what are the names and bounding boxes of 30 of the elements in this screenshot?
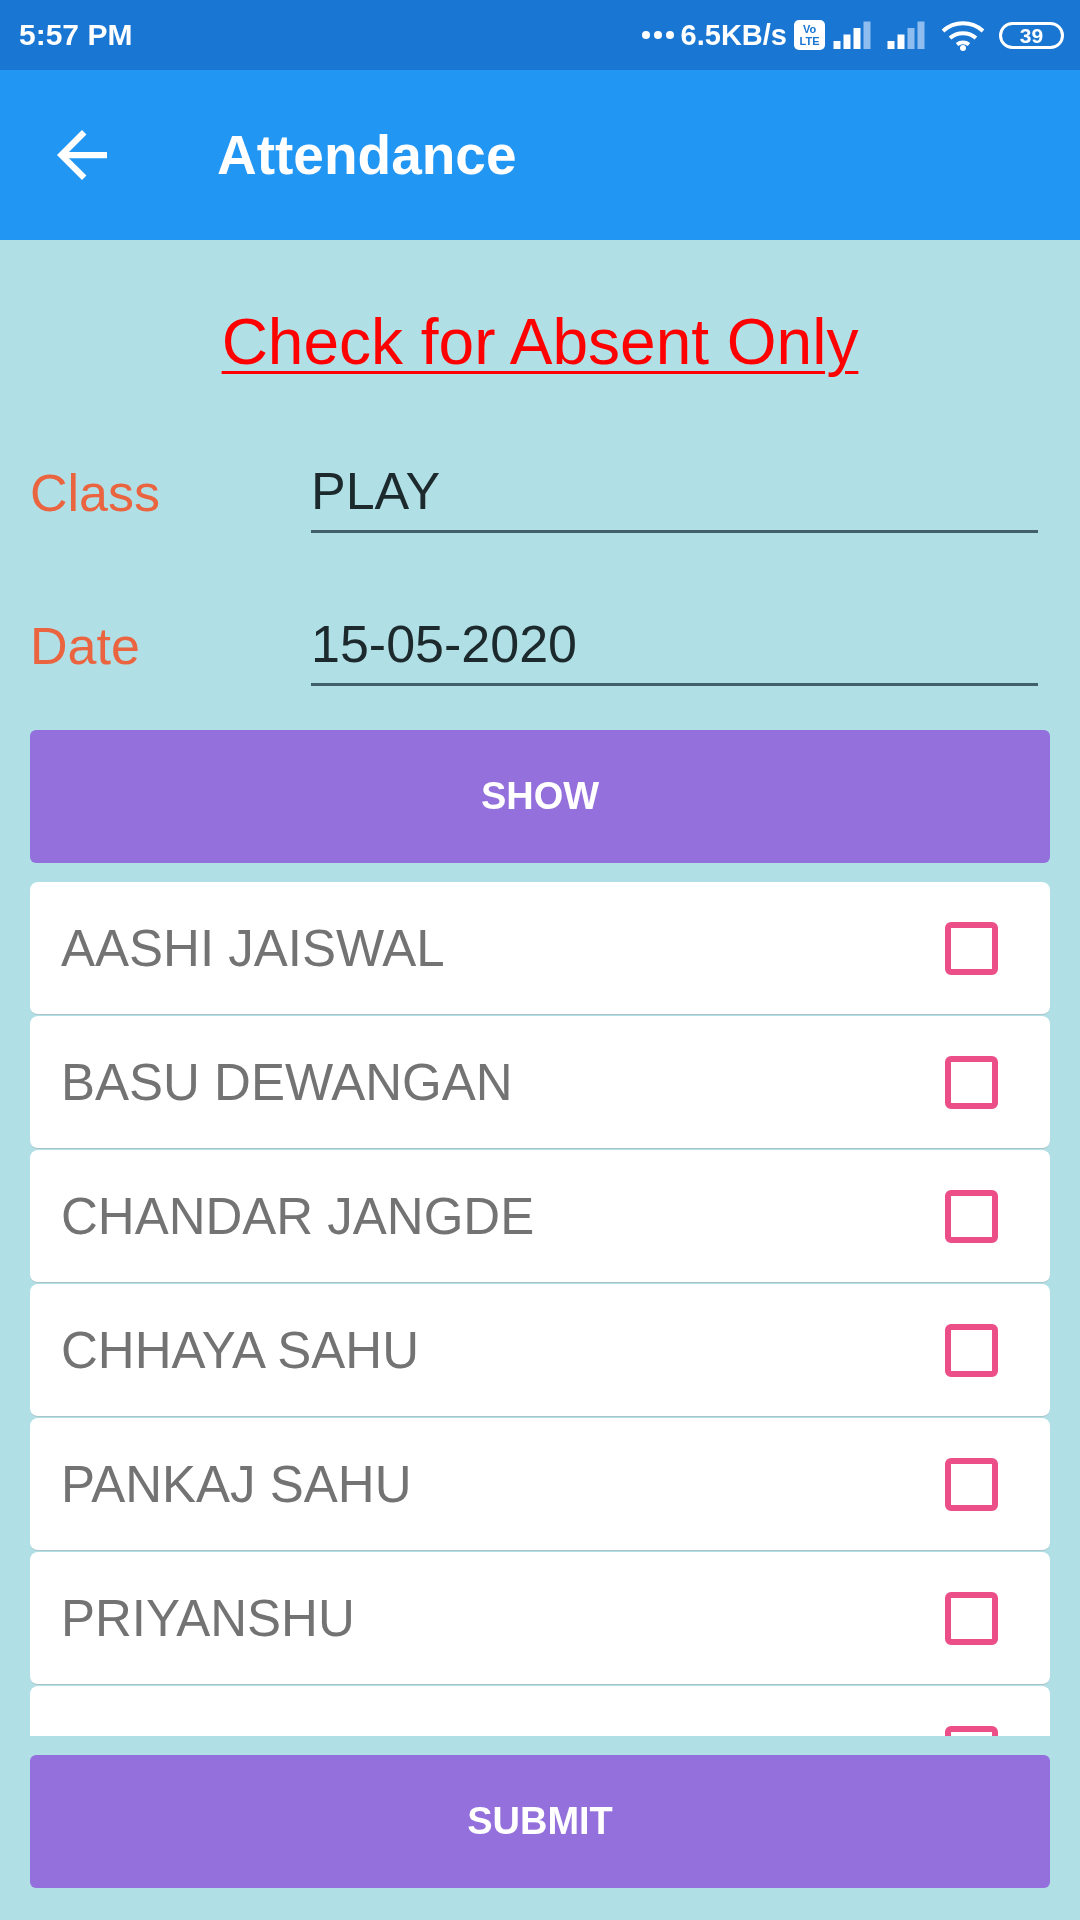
signal-icon (886, 21, 926, 49)
checkbox[interactable] (945, 1189, 998, 1243)
network-speed: 6.5KB/s (680, 18, 787, 52)
field-label: Date (30, 615, 141, 676)
field-label: Class (30, 462, 162, 523)
volte-badge: Vo LTE (794, 20, 825, 50)
text-field[interactable]: PLAY (311, 452, 1038, 533)
student-name: AASHI JAISWAL (61, 918, 445, 978)
wifi-icon (941, 19, 985, 51)
student-name: CHANDAR JANGDE (61, 1186, 535, 1246)
checkbox[interactable] (945, 1323, 998, 1377)
checkbox[interactable] (945, 1055, 998, 1109)
student-name: CHHAYA SAHU (61, 1320, 420, 1380)
arrow-left-icon (57, 130, 107, 180)
submit-button[interactable]: SUBMIT (30, 1755, 1050, 1888)
show-button[interactable]: SHOW (30, 730, 1050, 863)
back-button[interactable] (57, 130, 107, 180)
clock-time: 5:57 PM (19, 18, 133, 52)
battery-indicator: 39 (999, 21, 1064, 49)
student-name: BASU DEWANGAN (61, 1052, 513, 1112)
checkbox[interactable] (945, 921, 998, 975)
instruction-heading: Check for Absent Only (221, 305, 859, 379)
student-name: PRIYANSHU (61, 1588, 355, 1648)
screen-title: Attendance (217, 123, 517, 187)
student-name: PANKAJ SAHU (61, 1454, 412, 1514)
dots-icon (641, 31, 674, 39)
checkbox[interactable] (945, 1457, 998, 1511)
signal-icon (832, 21, 872, 49)
text-field[interactable]: 15-05-2020 (311, 605, 1038, 686)
checkbox[interactable] (945, 1591, 998, 1645)
